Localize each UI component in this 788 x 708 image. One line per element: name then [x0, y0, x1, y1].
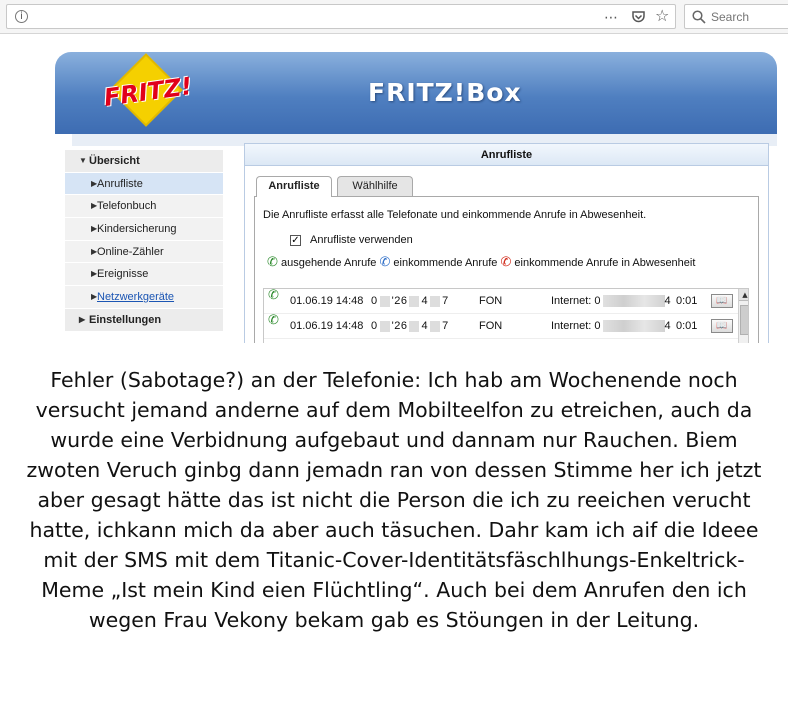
phonebook-icon[interactable]: 📖	[711, 294, 733, 308]
pocket-icon[interactable]	[631, 9, 646, 27]
description-text: Die Anrufliste erfasst alle Telefonate u…	[263, 209, 647, 221]
call-list-scrollbar[interactable]: ▲	[738, 289, 748, 343]
fritzbox-header: FRITZ! FRITZ!Box	[55, 52, 777, 134]
call-row[interactable]: ✆ 01.06.19 14:48 0'26 4 7 FON Internet: 04…	[264, 289, 748, 314]
chevron-down-icon: ▼	[79, 156, 87, 165]
browser-search-field[interactable]	[684, 4, 788, 29]
chevron-right-icon: ▶	[91, 178, 98, 188]
call-device: FON	[479, 320, 503, 332]
panel-title: Anrufliste	[245, 144, 768, 166]
call-line: Internet: 04	[551, 320, 671, 333]
phonebook-icon[interactable]: 📖	[711, 319, 733, 333]
sidebar-item-telefonbuch[interactable]: ▶ Telefonbuch	[65, 195, 223, 219]
chevron-right-icon: ▶	[91, 201, 98, 211]
page-actions-menu-icon[interactable]: ⋯	[604, 11, 618, 25]
legend-missed-label: einkommende Anrufe in Abwesenheit	[514, 256, 696, 269]
browser-search-input[interactable]	[711, 8, 787, 26]
sidebar-item-label: Telefonbuch	[97, 200, 157, 213]
sidebar-item-netzwerkgeraete[interactable]: ▶ Netzwerkgeräte	[65, 286, 223, 309]
browser-toolbar: i ⋯ ☆	[0, 0, 788, 34]
fritzbox-page: FRITZ! FRITZ!Box ▼ Übersicht ▶ Anrufliste …	[0, 35, 788, 343]
missed-call-icon: ✆	[500, 255, 512, 270]
caption-text: Fehler (Sabotage?) an der Telefonie: Ich…	[0, 343, 788, 708]
scroll-up-icon[interactable]: ▲	[739, 289, 748, 301]
sidebar-item-kindersicherung[interactable]: ▶ Kindersicherung	[65, 218, 223, 241]
call-date: 01.06.19 14:48	[290, 320, 364, 332]
call-duration: 0:01	[676, 320, 698, 332]
sidebar-item-label: Ereignisse	[97, 268, 149, 281]
chevron-right-icon: ▶	[91, 246, 98, 256]
call-row[interactable]: ✆ 01.06.19 14:48 0'26 4 7 FON Internet: 04…	[264, 314, 748, 339]
tab-content: Die Anrufliste erfasst alle Telefonate u…	[254, 196, 759, 343]
outgoing-call-icon: ✆	[268, 313, 279, 328]
sidebar-item-anrufliste[interactable]: ▶ Anrufliste	[65, 172, 223, 196]
sidebar-item-ereignisse[interactable]: ▶ Ereignisse	[65, 263, 223, 287]
sidebar-section-einstellungen[interactable]: ▶ Einstellungen	[65, 308, 223, 332]
url-bar[interactable]: i ⋯ ☆	[6, 4, 676, 29]
sidebar-item-label: Online-Zähler	[97, 245, 164, 258]
chevron-right-icon: ▶	[91, 269, 98, 279]
tab-anrufliste[interactable]: Anrufliste	[256, 176, 332, 197]
call-number: 0'26 4 7	[371, 320, 449, 332]
call-legend: ✆ ausgehende Anrufe ✆ einkommende Anrufe…	[267, 256, 695, 272]
outgoing-call-icon: ✆	[268, 288, 279, 303]
call-device: FON	[479, 295, 503, 307]
tab-waehlhilfe[interactable]: Wählhilfe	[337, 176, 413, 196]
anrufliste-panel: Anrufliste Anrufliste Wählhilfe Die Anru…	[244, 143, 769, 343]
call-list: ✆ 01.06.19 14:48 0'26 4 7 FON Internet: 04…	[263, 288, 749, 343]
sidebar-section-uebersicht[interactable]: ▼ Übersicht	[65, 150, 223, 173]
sidebar-nav: ▼ Übersicht ▶ Anrufliste ▶ Telefonbuch ▶ Kin…	[65, 142, 223, 343]
incoming-call-icon: ✆	[379, 255, 391, 270]
sidebar-item-label: Netzwerkgeräte	[97, 291, 175, 304]
sidebar-item-label: Anrufliste	[97, 177, 143, 190]
search-icon	[692, 10, 706, 24]
outgoing-call-icon: ✆	[267, 255, 278, 270]
chevron-right-icon: ▶	[79, 314, 86, 324]
sidebar-section-label: Übersicht	[89, 155, 140, 167]
product-title: FRITZ!Box	[368, 78, 522, 107]
checkbox-label: Anrufliste verwenden	[310, 234, 413, 246]
sidebar-item-label: Kindersicherung	[97, 223, 177, 236]
call-line: Internet: 04	[551, 295, 671, 308]
info-icon[interactable]: i	[15, 10, 28, 23]
call-date: 01.06.19 14:48	[290, 295, 364, 307]
call-duration: 0:01	[676, 295, 698, 307]
legend-outgoing-label: ausgehende Anrufe	[280, 256, 377, 269]
anrufliste-checkbox[interactable]: ✓	[290, 235, 301, 246]
sidebar-item-online-zaehler[interactable]: ▶ Online-Zähler	[65, 240, 223, 264]
bookmark-star-icon[interactable]: ☆	[655, 8, 669, 24]
chevron-right-icon: ▶	[91, 224, 98, 234]
scrollbar-thumb[interactable]	[740, 305, 748, 335]
call-number: 0'26 4 7	[371, 295, 449, 307]
sidebar-section-label: Einstellungen	[89, 313, 162, 326]
chevron-right-icon: ▶	[91, 292, 98, 302]
legend-incoming-label: einkommende Anrufe	[393, 256, 498, 269]
fritz-logo[interactable]: FRITZ!	[100, 53, 194, 132]
